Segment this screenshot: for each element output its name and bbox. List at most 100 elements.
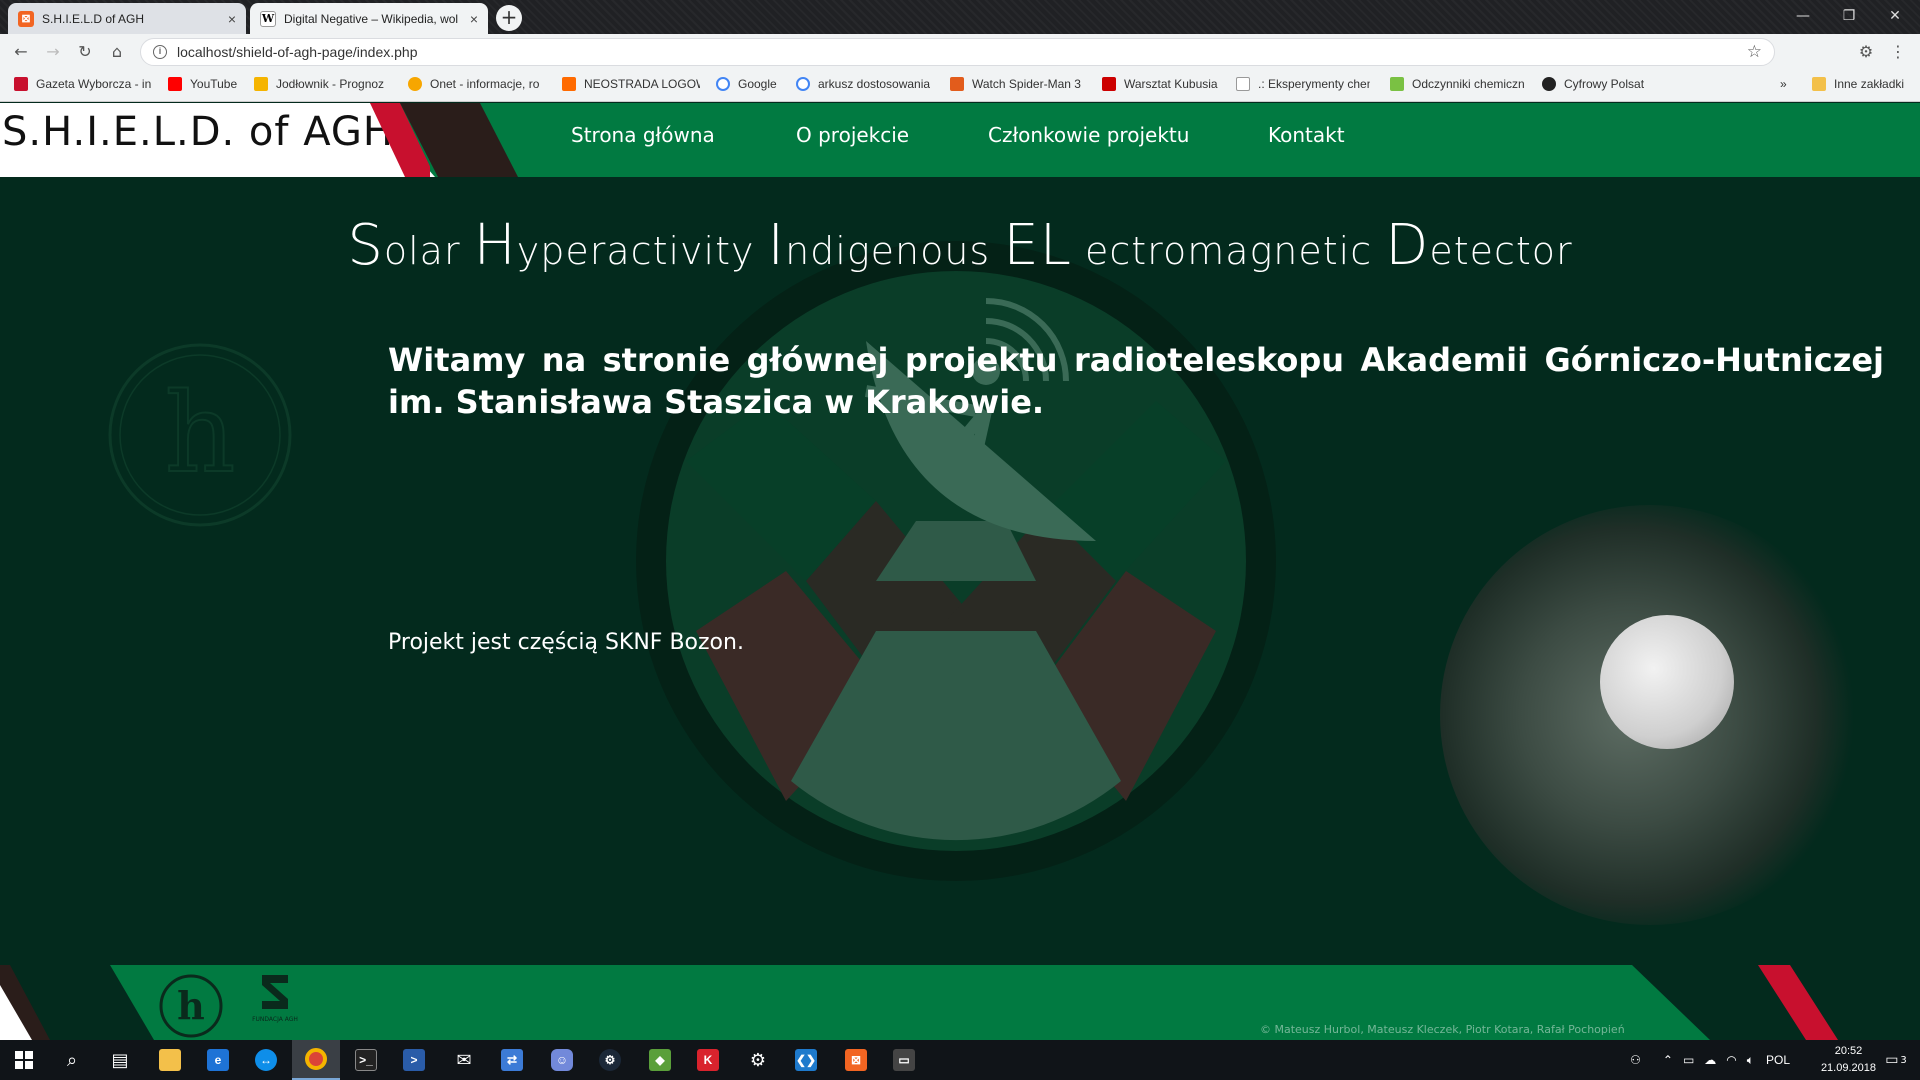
bookmarks-bar: Gazeta Wyborcza - in YouTube Jodłownik -… [0, 70, 1920, 102]
bookmark-item[interactable]: Watch Spider-Man 3 [950, 77, 1084, 91]
windows-icon [15, 1051, 33, 1069]
nav-about[interactable]: O projekcie [796, 123, 909, 147]
hero-title: Solar Hyperactivity Indigenous EL ectrom… [0, 213, 1920, 278]
bookmark-item[interactable]: Google [716, 77, 790, 91]
show-hidden-icons-icon[interactable]: ⌃ [1663, 1053, 1673, 1067]
svg-text:h: h [177, 983, 205, 1028]
nav-home[interactable]: Strona główna [571, 123, 715, 147]
menu-dots-icon[interactable]: ⋮ [1887, 41, 1909, 63]
file-explorer-icon[interactable] [146, 1040, 194, 1080]
bookmark-label: Inne zakładki [1834, 77, 1905, 91]
tab-wikipedia[interactable]: W Digital Negative – Wikipedia, wol × [250, 3, 488, 34]
start-button[interactable] [0, 1040, 48, 1080]
welcome-heading: Witamy na stronie głównej projektu radio… [388, 341, 1884, 421]
task-view-icon[interactable]: ▤ [96, 1040, 144, 1080]
onedrive-icon[interactable]: ☁ [1704, 1053, 1716, 1067]
bookmark-favicon-icon [254, 77, 268, 91]
site-logo[interactable]: S.H.I.E.L.D. of AGH [2, 109, 394, 155]
bookmark-label: Gazeta Wyborcza - in [36, 77, 152, 91]
terminal-icon[interactable]: >_ [342, 1040, 390, 1080]
onet-icon [408, 77, 422, 91]
bookmark-label: Google [738, 77, 777, 91]
search-icon[interactable]: ⌕ [48, 1040, 96, 1080]
hero-cap: H [473, 213, 517, 278]
app-icon[interactable]: ◆ [636, 1040, 684, 1080]
bookmark-favicon-icon [950, 77, 964, 91]
vscode-icon[interactable]: ❮❯ [782, 1040, 830, 1080]
wikipedia-favicon-icon: W [260, 10, 276, 27]
bookmark-item[interactable]: Odczynniki chemiczn [1390, 77, 1524, 91]
browser-toolbar: ← → ↻ ⌂ i localhost/shield-of-agh-page/i… [0, 34, 1920, 70]
settings-gear-icon[interactable]: ⚙ [734, 1040, 782, 1080]
bookmark-item[interactable]: Onet - informacje, ro [408, 77, 544, 91]
edge-icon[interactable]: e [194, 1040, 242, 1080]
h-logo-icon[interactable]: h [158, 973, 224, 1039]
mail-icon[interactable]: ✉ [440, 1040, 488, 1080]
bookmark-favicon-icon [562, 77, 576, 91]
kaspersky-icon[interactable]: K [684, 1040, 732, 1080]
bookmark-item[interactable]: Warsztat Kubusia [1102, 77, 1222, 91]
youtube-icon [1102, 77, 1116, 91]
fundacja-agh-logo-icon[interactable]: FUNDACJA AGH [252, 969, 298, 1039]
home-icon[interactable]: ⌂ [106, 41, 128, 63]
teamviewer-icon[interactable]: ↔ [242, 1040, 290, 1080]
bookmark-item[interactable]: Gazeta Wyborcza - in [14, 77, 154, 91]
nav-contact[interactable]: Kontakt [1268, 123, 1345, 147]
other-bookmarks-folder[interactable]: Inne zakładki [1812, 77, 1916, 91]
bookmark-label: Odczynniki chemiczn [1412, 77, 1524, 91]
volume-icon[interactable]: 🔈︎ [1747, 1053, 1754, 1068]
h-logo-watermark-icon: h [108, 343, 292, 527]
battery-icon[interactable]: ▭ [1683, 1053, 1694, 1067]
bookmark-item[interactable]: NEOSTRADA LOGOW [562, 77, 700, 91]
extension-icon[interactable]: ⚙ [1855, 41, 1877, 63]
forward-icon[interactable]: → [42, 41, 64, 63]
more-bookmarks-button[interactable]: » [1780, 77, 1800, 91]
wifi-icon[interactable]: ◠ [1726, 1053, 1736, 1067]
site-info-icon[interactable]: i [153, 45, 167, 59]
restore-window-button[interactable]: ❐ [1826, 4, 1872, 28]
hero-rest: olar [383, 229, 474, 273]
tab-shield[interactable]: ⊠ S.H.I.E.L.D of AGH × [8, 3, 246, 34]
new-tab-button[interactable]: + [496, 5, 522, 31]
bookmark-label: Jodłownik - Prognoz [276, 77, 385, 91]
shield-emblem-background [636, 241, 1276, 881]
close-tab-icon[interactable]: × [470, 11, 478, 27]
action-center-icon[interactable]: ▭ 3 [1872, 1040, 1920, 1080]
people-icon[interactable]: ⚇ [1630, 1053, 1641, 1067]
powershell-icon[interactable]: > [390, 1040, 438, 1080]
bookmark-item[interactable]: Cyfrowy Polsat [1542, 77, 1666, 91]
back-icon[interactable]: ← [10, 41, 32, 63]
bookmark-star-icon[interactable]: ☆ [1747, 42, 1762, 62]
notification-count-badge: 3 [1900, 1054, 1907, 1066]
language-indicator[interactable]: POL [1766, 1053, 1790, 1067]
google-icon [796, 77, 810, 91]
browser-tab-bar: ⊠ S.H.I.E.L.D of AGH × W Digital Negativ… [0, 0, 1920, 34]
app-window-icon[interactable]: ▭ [880, 1040, 928, 1080]
steam-icon[interactable]: ⚙ [586, 1040, 634, 1080]
nav-members[interactable]: Członkowie projektu [988, 123, 1189, 147]
bookmark-label: Warsztat Kubusia [1124, 77, 1218, 91]
close-tab-icon[interactable]: × [228, 11, 236, 27]
site-header: S.H.I.E.L.D. of AGH Strona główna O proj… [0, 103, 1920, 177]
bookmark-item[interactable]: arkusz dostosowania [796, 77, 930, 91]
discord-icon[interactable]: ☺ [538, 1040, 586, 1080]
bookmark-item[interactable]: .: Eksperymenty chem [1236, 77, 1370, 91]
minimize-window-button[interactable]: — [1780, 4, 1826, 28]
close-window-button[interactable]: ✕ [1872, 4, 1918, 28]
xampp-icon[interactable]: ⊠ [832, 1040, 880, 1080]
radiotelescope-dish-image [1600, 615, 1734, 749]
chrome-icon[interactable] [292, 1040, 340, 1080]
clock[interactable]: 20:52 21.09.2018 [1821, 1043, 1876, 1077]
svg-text:h: h [165, 369, 236, 497]
project-note: Projekt jest częścią SKNF Bozon. [388, 630, 744, 655]
youtube-icon [168, 77, 182, 91]
footer-credits: © Mateusz Hurbol, Mateusz Kleczek, Piotr… [1260, 1023, 1625, 1036]
tab-title: Digital Negative – Wikipedia, wol [284, 11, 459, 26]
bookmark-item[interactable]: YouTube [168, 77, 248, 91]
address-bar[interactable]: i localhost/shield-of-agh-page/index.php… [140, 38, 1775, 66]
bookmark-item[interactable]: Jodłownik - Prognoz [254, 77, 394, 91]
hero-cap: EL [1003, 213, 1072, 278]
network-app-icon[interactable]: ⇄ [488, 1040, 536, 1080]
xampp-favicon-icon: ⊠ [18, 10, 34, 27]
reload-icon[interactable]: ↻ [74, 41, 96, 63]
